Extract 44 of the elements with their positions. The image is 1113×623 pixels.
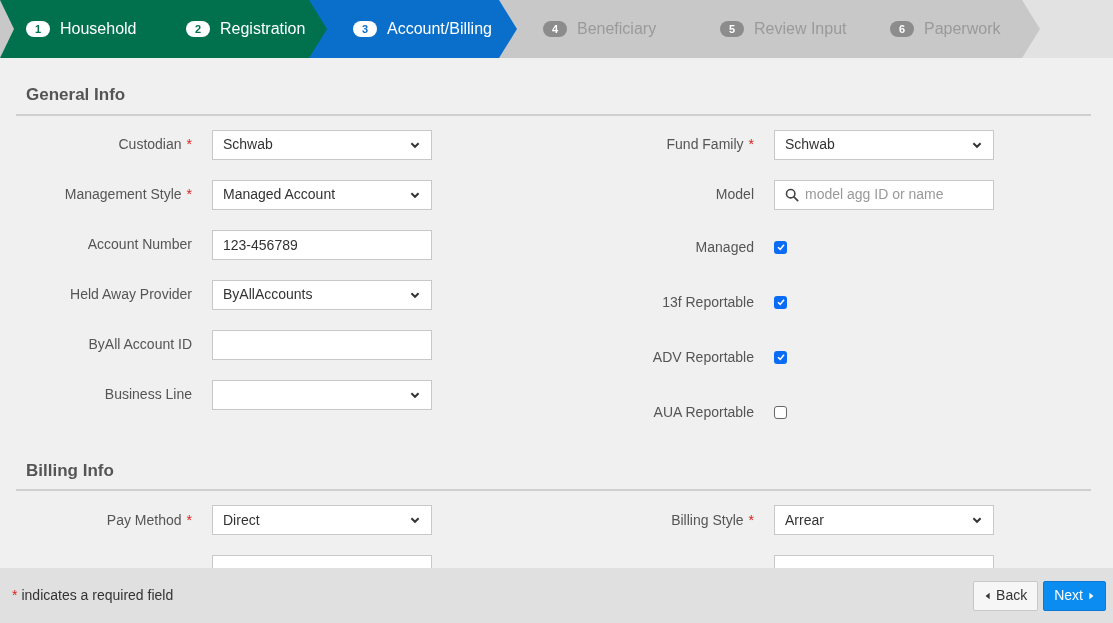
field-label: ADV Reportable [652, 347, 754, 367]
step-notch-icon [0, 0, 14, 58]
field-label: Business Line [104, 385, 192, 404]
required-note: indicates a required field [21, 586, 174, 605]
field-label: Model [715, 185, 754, 204]
select-field[interactable]: Arrear [774, 505, 994, 535]
select-field[interactable]: Direct [212, 505, 432, 535]
required-mark: * [748, 510, 754, 530]
search-icon [785, 187, 799, 202]
select-field[interactable]: Managed Account [212, 179, 432, 210]
required-mark: * [186, 510, 192, 530]
select-field[interactable]: Schwab [212, 129, 432, 160]
caret-icon [1087, 590, 1095, 601]
back-button[interactable]: Back [973, 580, 1039, 611]
required-mark: * [186, 135, 192, 154]
field-label: Custodian [118, 135, 182, 154]
field-label: Fund Family [666, 135, 744, 154]
checkbox[interactable] [774, 240, 787, 254]
field-label: Pay Method [106, 510, 182, 530]
select-field[interactable] [212, 379, 432, 410]
field-label: Held Away Provider [70, 285, 192, 304]
checkbox[interactable] [774, 350, 787, 364]
wizard-step[interactable]: 3 Account/Billing [327, 0, 517, 58]
field-label: Billing Style [671, 510, 744, 530]
section-title: General Info [25, 84, 127, 106]
required-mark: * [12, 586, 18, 605]
select-field[interactable]: Schwab [774, 129, 994, 160]
required-mark: * [186, 185, 192, 204]
input-field[interactable]: 123-456789 [212, 229, 432, 260]
section-title: Billing Info [25, 459, 115, 482]
checkbox[interactable] [774, 295, 787, 309]
select-field[interactable]: ByAllAccounts [212, 279, 432, 310]
caret-icon [984, 590, 993, 601]
field-label: Management Style [64, 185, 182, 204]
wizard-step[interactable]: 2 Registration [160, 0, 327, 58]
field-label: Managed [695, 237, 754, 257]
required-mark: * [748, 135, 754, 154]
input-field[interactable] [212, 329, 432, 360]
field-label: Account Number [87, 235, 192, 254]
field-label: AUA Reportable [653, 402, 754, 422]
checkbox[interactable] [774, 405, 787, 419]
field-label: 13f Reportable [662, 292, 754, 312]
wizard-step[interactable]: 1 Household [0, 0, 160, 58]
field-label: ByAll Account ID [88, 335, 192, 354]
